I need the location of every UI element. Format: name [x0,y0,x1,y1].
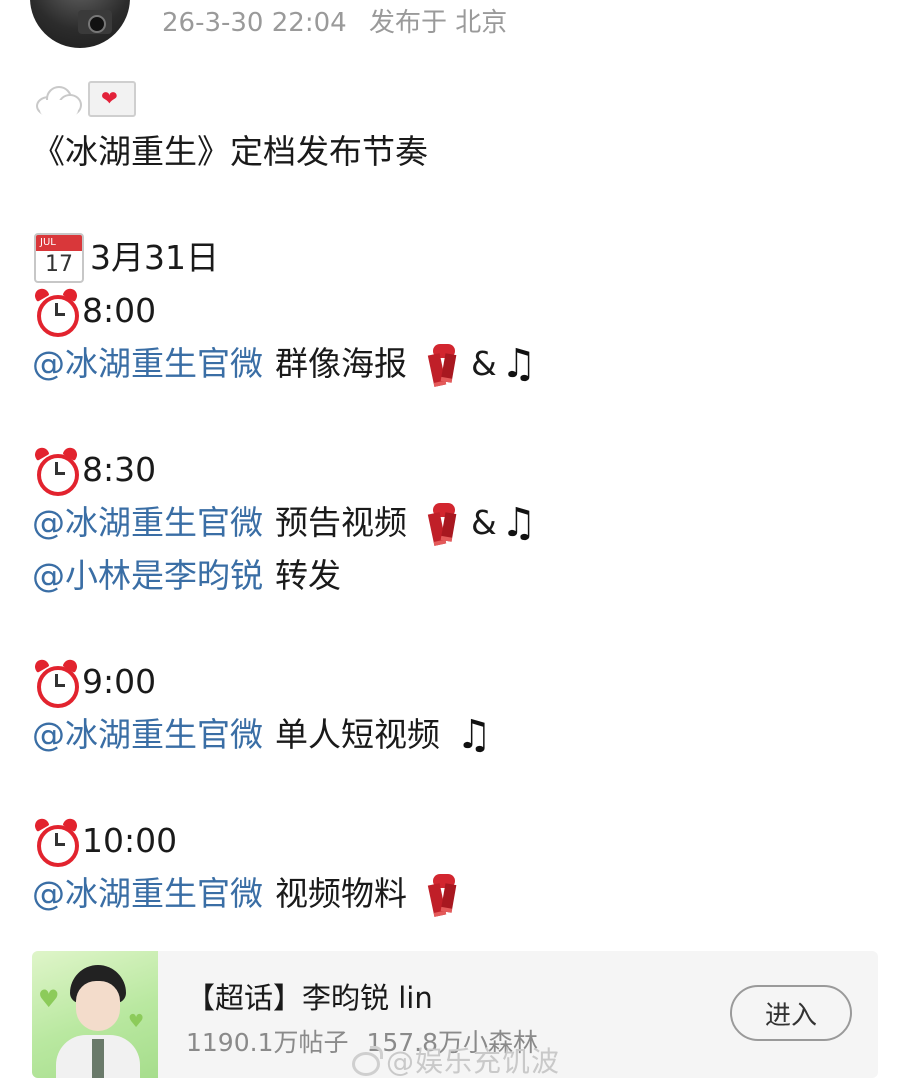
emoji-line: ❤ [32,72,890,125]
weibo-logo-icon [350,1046,383,1076]
time-line: 9:00 [32,655,890,708]
post-title: 《冰湖重生》定档发布节奏 [32,132,428,171]
alarm-clock-icon [32,285,80,337]
mention-link[interactable]: @冰湖重生官微 [32,337,263,390]
time-line: 10:00 [32,814,890,867]
author-avatar[interactable] [30,0,130,48]
weibo-watermark: @娱乐充饥波 [350,1040,560,1080]
time-line: 8:30 [32,443,890,496]
schedule-item: @冰湖重生官微 视频物料 [32,867,890,920]
enter-button[interactable]: 进入 [730,985,852,1041]
schedule-time: 8:30 [82,450,157,489]
schedule-time: 8:00 [82,291,157,330]
schedule-item: @小林是李昀锐 转发 [32,549,890,602]
schedule-item: @冰湖重生官微 预告视频 & ♫ [32,496,890,549]
date-line: JUL 17 3月31日 [32,231,890,284]
mention-link[interactable]: @冰湖重生官微 [32,496,263,549]
super-topic-title: 【超话】李昀锐 lin [186,981,433,1015]
cloud-icon [34,84,82,116]
scarf-icon [425,502,461,546]
post-content: ❤ 《冰湖重生》定档发布节奏 JUL 17 3月31日 8:00 @冰湖重生官微… [32,72,890,920]
calendar-icon: JUL 17 [34,232,84,283]
post-datetime: 26-3-30 22:04 [162,8,347,38]
scarf-icon [425,343,461,387]
super-topic-thumbnail: ♥ ♥ [32,951,158,1078]
scarf-icon [425,873,461,917]
schedule-item-text: 预告视频 [275,503,407,542]
schedule-item-text: 单人短视频 [275,715,440,754]
mention-link[interactable]: @小林是李昀锐 [32,549,263,602]
schedule-time: 10:00 [82,821,178,860]
love-letter-icon: ❤ [88,80,136,117]
ampersand: & [471,344,497,383]
alarm-clock-icon [32,444,80,496]
music-note-icon: ♫ [500,499,537,546]
post-meta: 26-3-30 22:04 发布于 北京 [162,2,507,39]
schedule-item: @冰湖重生官微 单人短视频 ♫ [32,708,890,761]
schedule-time: 9:00 [82,662,157,701]
schedule-item-text: 群像海报 [275,344,407,383]
music-note-icon: ♫ [456,711,492,758]
time-line: 8:00 [32,284,890,337]
alarm-clock-icon [32,656,80,708]
mention-link[interactable]: @冰湖重生官微 [32,867,263,920]
music-note-icon: ♫ [500,340,537,387]
post-location: 发布于 北京 [368,8,508,38]
watermark-text: @娱乐充饥波 [386,1045,561,1078]
posts-count: 1190.1万帖子 [186,1028,349,1057]
schedule-item-text: 视频物料 [275,874,407,913]
schedule-item-text: 转发 [275,556,341,595]
schedule-item: @冰湖重生官微 群像海报 & ♫ [32,337,890,390]
ampersand: & [471,503,497,542]
alarm-clock-icon [32,815,80,867]
schedule-date: 3月31日 [90,238,219,277]
mention-link[interactable]: @冰湖重生官微 [32,708,263,761]
